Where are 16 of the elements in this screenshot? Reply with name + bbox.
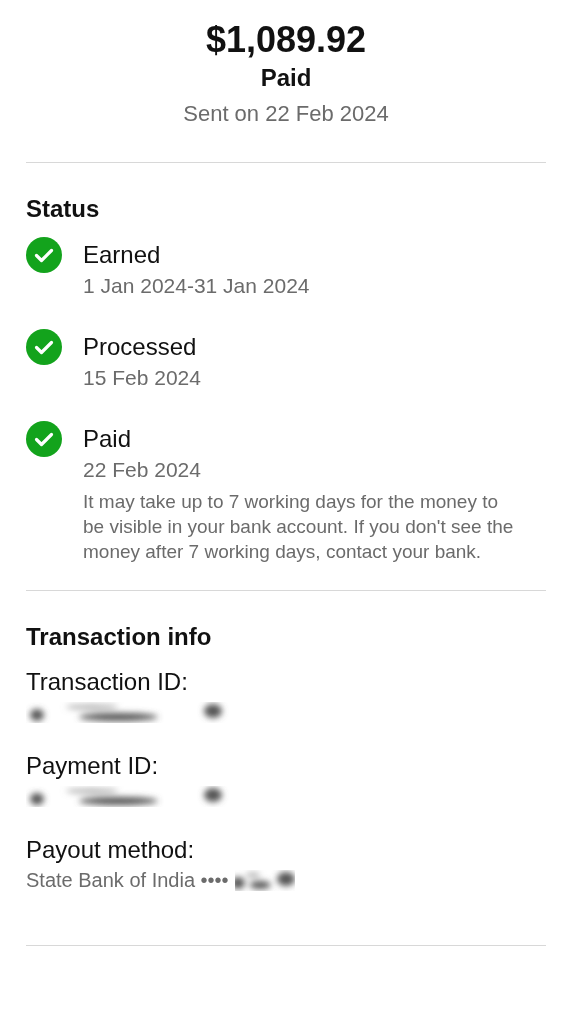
step-date: 15 Feb 2024 [83,365,201,391]
field-label: Payment ID: [26,751,160,781]
step-label: Earned [83,240,162,270]
field-value: State Bank of India •••• [26,868,229,893]
payout-status: Paid [260,63,312,93]
sent-date: Sent on 22 Feb 2024 [183,100,389,128]
payout-amount: $1,089.92 [205,18,367,62]
field-label: Transaction ID: [26,667,189,697]
step-label: Paid [83,424,133,454]
section-title: Transaction info [26,622,213,652]
section-title: Status [26,194,101,224]
step-label: Processed [83,332,198,362]
step-note: It may take up to 7 working days for the money to be visible in your bank account. If you don't see the money after 7 working days, contact your bank. [83,490,515,564]
field-label: Payout method: [26,835,196,865]
step-date: 22 Feb 2024 [83,457,202,483]
step-date: 1 Jan 2024-31 Jan 2024 [83,273,310,299]
